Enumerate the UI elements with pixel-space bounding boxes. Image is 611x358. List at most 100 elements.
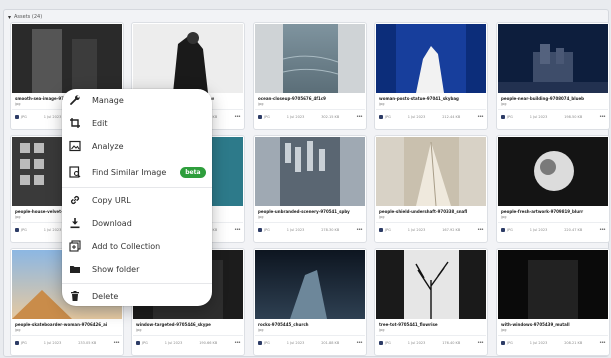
asset-date: 1 Jul 2023 (407, 341, 426, 345)
asset-format: JPG (264, 341, 270, 345)
asset-filename: people-skateboarder-woman-9706426_ai (15, 322, 108, 327)
more-options-icon[interactable]: ••• (477, 114, 484, 120)
asset-type: jpg (501, 328, 507, 332)
more-options-icon[interactable]: ••• (599, 340, 606, 346)
asset-card[interactable]: with-windows-9705439_mutall jpg JPG 1 Jul 2… (496, 248, 610, 356)
edit-crop-icon (69, 117, 81, 129)
asset-filename: people-fresh-artwork-9709819_blurr (501, 209, 584, 214)
more-options-icon[interactable]: ••• (599, 114, 606, 120)
card-footer: JPG 1 Jul 2023 201.88 KB ••• (258, 339, 363, 347)
more-options-icon[interactable]: ••• (234, 340, 241, 346)
card-footer: JPG 1 Jul 2023 278.30 KB ••• (258, 226, 363, 234)
more-options-icon[interactable]: ••• (477, 227, 484, 233)
format-icon (258, 341, 262, 345)
format-icon (501, 228, 505, 232)
menu-item-find-similar[interactable]: Find Similar Image beta (62, 161, 212, 183)
card-footer: JPG 1 Jul 2023 212.44 KB ••• (379, 113, 484, 121)
card-divider (255, 222, 365, 223)
card-divider (498, 109, 608, 110)
asset-format: JPG (264, 228, 270, 232)
more-options-icon[interactable]: ••• (356, 114, 363, 120)
card-divider (133, 335, 243, 336)
format-icon (136, 341, 140, 345)
asset-date: 1 Jul 2023 (286, 115, 305, 119)
asset-card[interactable]: people-fresh-artwork-9709819_blurr jpg JPG… (496, 135, 610, 243)
card-footer: JPG 1 Jul 2023 190.66 KB ••• (136, 339, 241, 347)
asset-thumbnail[interactable] (376, 137, 486, 206)
asset-card[interactable]: people-near-building-9708074_blueb jpg JPG… (496, 22, 610, 130)
asset-format: JPG (507, 341, 513, 345)
menu-item-add-to-collection[interactable]: Add to Collection (62, 235, 212, 257)
asset-filename: window-targeted-9705446_skype (136, 322, 211, 327)
section-header[interactable]: ▾ Assets (24) (8, 12, 42, 22)
card-footer: JPG 1 Jul 2023 167.92 KB ••• (379, 226, 484, 234)
asset-thumbnail[interactable] (133, 24, 243, 93)
format-icon (379, 228, 383, 232)
more-options-icon[interactable]: ••• (599, 227, 606, 233)
asset-card[interactable]: people-unbranded-scenery-970541_spby jpg J… (253, 135, 367, 243)
asset-date: 1 Jul 2023 (164, 341, 183, 345)
asset-date: 1 Jul 2023 (529, 341, 548, 345)
asset-type: jpg (501, 102, 507, 106)
menu-item-analyze[interactable]: Analyze (62, 135, 212, 157)
menu-item-show-folder[interactable]: Show folder (62, 258, 212, 280)
asset-card[interactable]: tree-tot-9705441_flowrise jpg JPG 1 Jul 202… (374, 248, 488, 356)
asset-card[interactable]: ocean-closeup-9705676_4f1c9 jpg JPG 1 Jul 2… (253, 22, 367, 130)
asset-date: 1 Jul 2023 (407, 228, 426, 232)
asset-thumbnail[interactable] (498, 250, 608, 319)
more-options-icon[interactable]: ••• (356, 340, 363, 346)
asset-date: 1 Jul 2023 (407, 115, 426, 119)
asset-card[interactable]: people-shield-undershaft-970338_snafl jpg… (374, 135, 488, 243)
find-similar-icon (69, 166, 81, 178)
format-icon (15, 228, 19, 232)
asset-date: 1 Jul 2023 (43, 115, 62, 119)
menu-item-copy-url[interactable]: Copy URL (62, 189, 212, 211)
more-options-icon[interactable]: ••• (477, 340, 484, 346)
asset-format: JPG (21, 228, 27, 232)
asset-type: jpg (258, 328, 264, 332)
asset-format: JPG (21, 341, 27, 345)
asset-format: JPG (385, 341, 391, 345)
asset-size: 190.66 KB (199, 341, 218, 345)
asset-format: JPG (385, 228, 391, 232)
card-footer: JPG 1 Jul 2023 302.15 KB ••• (258, 113, 363, 121)
more-options-icon[interactable]: ••• (234, 114, 241, 120)
asset-format: JPG (507, 115, 513, 119)
asset-type: jpg (258, 215, 264, 219)
asset-thumbnail[interactable] (255, 250, 365, 319)
format-icon (379, 115, 383, 119)
asset-type: jpg (501, 215, 507, 219)
menu-item-manage[interactable]: Manage (62, 89, 212, 111)
more-options-icon[interactable]: ••• (234, 227, 241, 233)
asset-size: 208.21 KB (564, 341, 583, 345)
card-divider (12, 335, 122, 336)
more-options-icon[interactable]: ••• (356, 227, 363, 233)
asset-type: jpg (379, 328, 385, 332)
menu-item-download[interactable]: Download (62, 212, 212, 234)
collection-icon (69, 240, 81, 252)
asset-size: 167.92 KB (442, 228, 461, 232)
asset-size: 220.47 KB (564, 228, 583, 232)
asset-filename: people-unbranded-scenery-970541_spby (258, 209, 350, 214)
more-options-icon[interactable]: ••• (113, 340, 120, 346)
card-footer: JPG 1 Jul 2023 233.05 KB ••• (15, 339, 120, 347)
asset-thumbnail[interactable] (255, 24, 365, 93)
asset-type: jpg (258, 102, 264, 106)
asset-card[interactable]: woman-posts-statue-97041_skybag jpg JPG 1 J… (374, 22, 488, 130)
menu-item-delete[interactable]: Delete (62, 285, 212, 307)
download-icon (69, 217, 81, 229)
asset-thumbnail[interactable] (376, 250, 486, 319)
menu-item-edit[interactable]: Edit (62, 112, 212, 134)
trash-icon (69, 290, 81, 302)
asset-size: 176.40 KB (442, 341, 461, 345)
asset-card[interactable]: rocks-9705445_church jpg JPG 1 Jul 2023 201.… (253, 248, 367, 356)
asset-thumbnail[interactable] (255, 137, 365, 206)
asset-thumbnail[interactable] (498, 137, 608, 206)
asset-size: 278.30 KB (321, 228, 340, 232)
menu-divider (62, 187, 212, 188)
asset-size: 201.88 KB (321, 341, 340, 345)
asset-thumbnail[interactable] (498, 24, 608, 93)
asset-thumbnail[interactable] (376, 24, 486, 93)
asset-date: 1 Jul 2023 (286, 228, 305, 232)
asset-thumbnail[interactable] (12, 24, 122, 93)
